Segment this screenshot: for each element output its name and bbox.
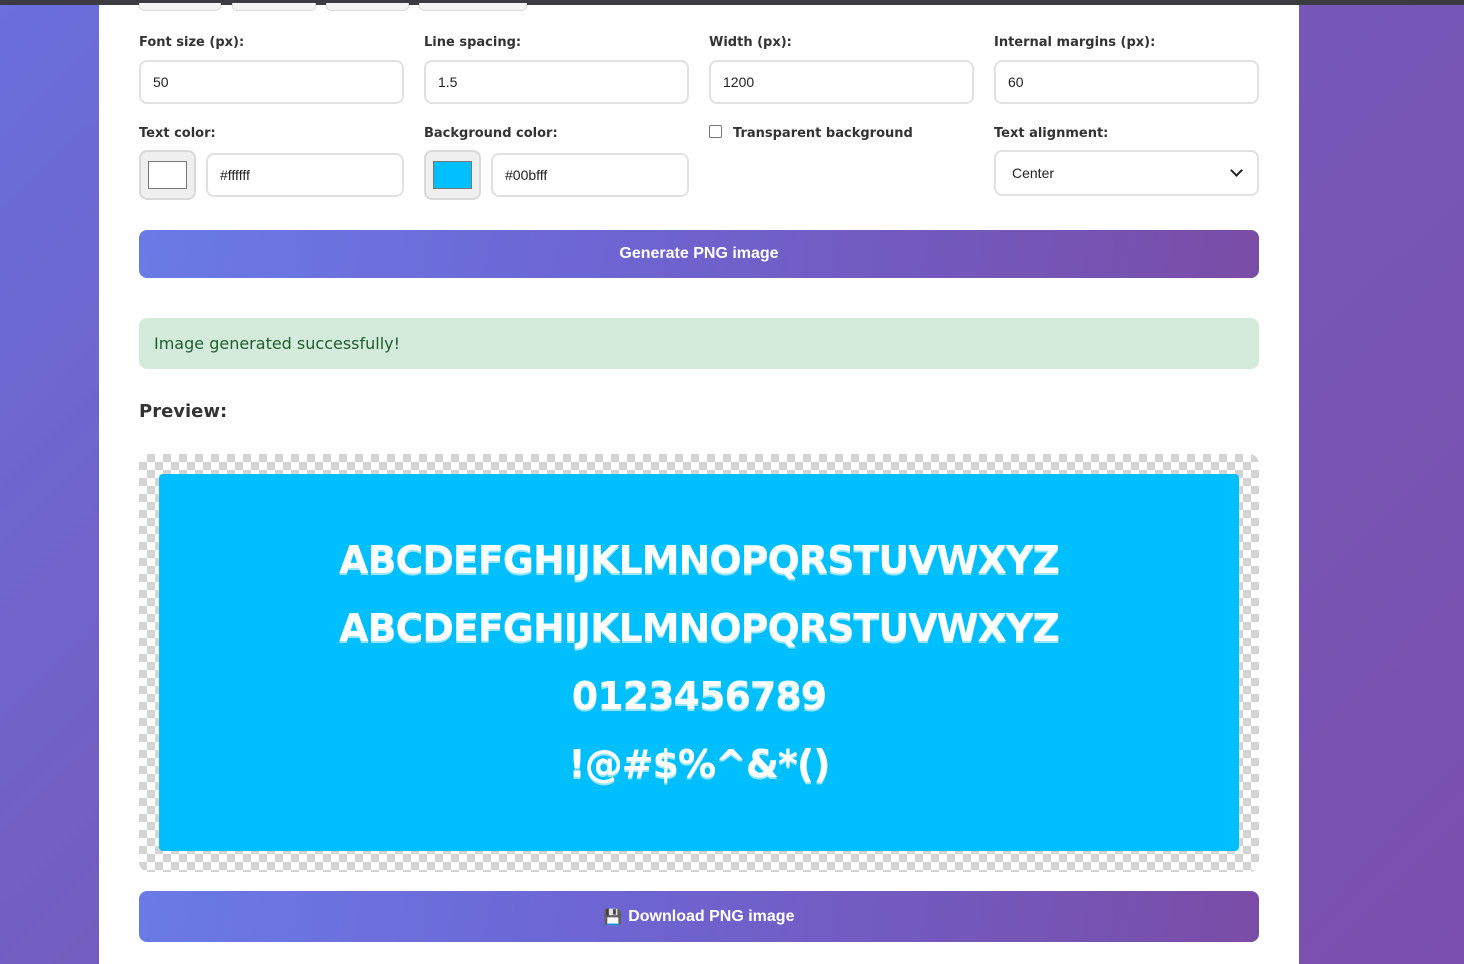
- font-size-label: Font size (px):: [139, 35, 245, 50]
- download-button-label: Download PNG image: [628, 907, 795, 925]
- clipped-tab[interactable]: [232, 3, 316, 11]
- download-button[interactable]: 💾 Download PNG image: [139, 891, 1259, 942]
- text-color-input[interactable]: [206, 153, 404, 197]
- preview-line: 0123456789: [571, 674, 827, 718]
- generate-button[interactable]: Generate PNG image: [139, 230, 1259, 278]
- width-input[interactable]: [709, 60, 974, 104]
- transparent-background-checkbox[interactable]: [709, 125, 722, 138]
- preview-line: ABCDEFGHIJKLMNOPQRSTUVWXYZ: [339, 606, 1060, 650]
- transparent-background-label[interactable]: Transparent background: [733, 126, 913, 141]
- clipped-tab[interactable]: [326, 3, 409, 11]
- background-color-swatch: [433, 161, 472, 189]
- floppy-disk-icon: 💾: [603, 908, 623, 926]
- preview-container: ABCDEFGHIJKLMNOPQRSTUVWXYZ ABCDEFGHIJKLM…: [139, 454, 1259, 872]
- text-alignment-label: Text alignment:: [994, 126, 1109, 141]
- line-spacing-label: Line spacing:: [424, 35, 522, 50]
- preview-line: ABCDEFGHIJKLMNOPQRSTUVWXYZ: [339, 538, 1060, 582]
- text-color-picker[interactable]: [139, 150, 196, 200]
- clipped-tab[interactable]: [139, 3, 221, 11]
- background-color-label: Background color:: [424, 126, 558, 141]
- line-spacing-input[interactable]: [424, 60, 689, 104]
- main-panel: Font size (px): Line spacing: Width (px)…: [99, 3, 1299, 964]
- text-color-label: Text color:: [139, 126, 216, 141]
- clipped-tab[interactable]: [419, 3, 527, 11]
- text-color-swatch: [148, 161, 187, 189]
- margins-input[interactable]: [994, 60, 1259, 104]
- text-alignment-value: Center: [1012, 165, 1055, 181]
- text-alignment-select[interactable]: Center: [994, 150, 1259, 196]
- margins-label: Internal margins (px):: [994, 35, 1156, 50]
- background-color-input[interactable]: [491, 153, 689, 197]
- success-alert: Image generated successfully!: [139, 318, 1259, 369]
- width-label: Width (px):: [709, 35, 792, 50]
- background-color-picker[interactable]: [424, 150, 481, 200]
- success-message: Image generated successfully!: [154, 334, 401, 353]
- chevron-down-icon: [1230, 164, 1243, 177]
- preview-title: Preview:: [139, 401, 228, 422]
- preview-image: ABCDEFGHIJKLMNOPQRSTUVWXYZ ABCDEFGHIJKLM…: [159, 474, 1239, 851]
- font-size-input[interactable]: [139, 60, 404, 104]
- generate-button-label: Generate PNG image: [619, 245, 779, 262]
- preview-line: !@#$%^&*(): [568, 742, 830, 786]
